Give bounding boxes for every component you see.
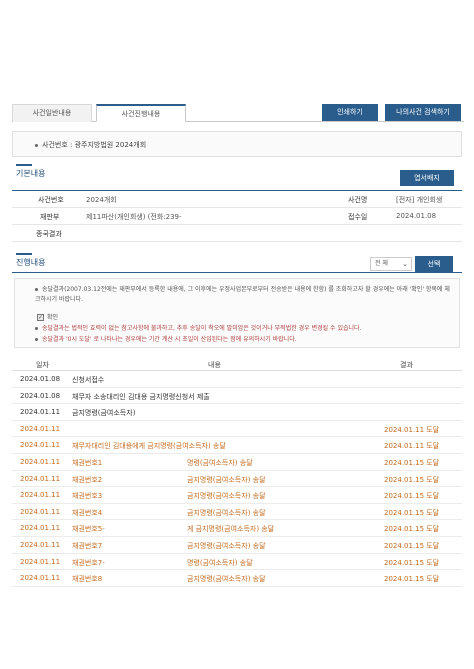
row-content-detail: 금지명령(금여소득자) 송달 [187, 575, 266, 584]
bullet-icon [35, 288, 38, 291]
row-date: 2024.01.08 [20, 375, 61, 383]
row-content-detail: 금지명령(금여소득자) 송달 [187, 508, 266, 517]
case-number-text: 사건번호 : 광주지방법원 2024개회 [42, 141, 147, 149]
row-content: 금지명령(금여소득자) [72, 409, 136, 418]
table-row: 2024.01.11 금지명령(금여소득자) [12, 404, 462, 421]
row-date: 2024.01.11 [20, 574, 61, 583]
value-court: 제11파산(개인회생) (전화:239- [86, 213, 182, 221]
table-row: 2024.01.11 채권번호4 금지명령(금여소득자) 송달 2024.01.15 … [12, 504, 462, 521]
notice-box: 송달결과(2007.03.12전에는 재판부에서 등록한 내용에, 그 이후에는… [14, 278, 460, 348]
table-row: 2024.01.11 채권번호2 금지명령(금여소득자) 송달 2024.01.15 … [12, 471, 462, 488]
notice-line-2: 송달결과는 법적인 효력이 없는 참고사항에 불과하고, 추후 송달이 착오에 … [35, 323, 361, 332]
row-content: 채권번호1 [72, 458, 103, 467]
row-content-detail: 금지명령(금여소득자) 송달 [187, 492, 266, 501]
section-title-progress: 진행내용 [16, 253, 46, 267]
section-title-basic: 기본내용 [16, 164, 46, 178]
divider [12, 272, 462, 273]
row-content: 채무자대리인 김대용에게 금지명령(금여소득자) 송달 [72, 442, 226, 451]
checkbox-icon[interactable]: ✓ [37, 314, 44, 321]
row-date: 2024.01.11 [20, 441, 61, 450]
row-content: 신청서접수 [72, 376, 105, 384]
row-result: 2024.01.15 도달 [384, 541, 440, 550]
row-result: 2024.01.15 도달 [384, 475, 440, 484]
row-content: 채권번호2 [72, 475, 103, 484]
row-content-detail: 게 금지명령(금여소득자) 송달 [187, 525, 275, 534]
table-row: 2024.01.11 채권번호3 금지명령(금여소득자) 송달 2024.01.15 … [12, 487, 462, 504]
row-date: 2024.01.11 [20, 507, 61, 516]
tab-case-general[interactable]: 사건일반내용 [12, 104, 92, 122]
print-button[interactable]: 인쇄하기 [322, 104, 378, 121]
value-receipt-date: 2024.01.08 [396, 212, 437, 220]
label-receipt-date: 접수일 [348, 213, 368, 221]
label-case-no: 사건번호 [38, 196, 64, 204]
row-result: 2024.01.15 도달 [384, 525, 440, 534]
row-content: 채권번호8 [72, 575, 103, 584]
bullet-icon [35, 327, 38, 330]
bullet-icon [35, 143, 38, 147]
header-date: 일자 [36, 361, 49, 369]
confirm-label: 확인 [47, 314, 59, 321]
row-result: 2024.01.15 도달 [384, 458, 440, 467]
my-case-search-button[interactable]: 나의사건 검색하기 [385, 104, 461, 121]
confirm-checkbox[interactable]: ✓ 확인 [37, 312, 58, 321]
filter-select[interactable]: 전 체 ⌄ [370, 257, 412, 271]
row-result: 2024.01.15 도달 [384, 575, 440, 584]
notice-line-3: 송달결과 '0시 도달' 로 나타나는 경우에는 기간 계산 시 초일이 산입된… [35, 334, 297, 343]
label-case-name: 사건명 [348, 196, 368, 204]
value-case-no: 2024개회 [86, 196, 117, 204]
row-date: 2024.01.11 [20, 557, 61, 566]
row-result: 2024.01.15 도달 [384, 492, 440, 501]
row-result: 2024.01.11 도달 [384, 425, 440, 434]
table-row: 2024.01.11 채권번호7- 명령(금여소득자) 송달 2024.01.15 도… [12, 554, 462, 571]
table-row: 2024.01.11 채무자대리인 김대용에게 금지명령(금여소득자) 송달 202… [12, 437, 462, 454]
table-row: 2024.01.11 채권번호1 명령(금여소득자) 송달 2024.01.15 도달 [12, 454, 462, 471]
row-date: 2024.01.11 [20, 457, 61, 466]
row-date: 2024.01.11 [20, 424, 61, 433]
row-content-detail: 금지명령(금여소득자) 송달 [187, 475, 266, 484]
row-content-detail: 금지명령(금여소득자) 송달 [187, 541, 266, 550]
row-content: 채무자 소송대리인 김대용 금지명령신청서 제출 [72, 392, 210, 401]
notice-line-1: 송달결과(2007.03.12전에는 재판부에서 등록한 내용에, 그 이후에는… [35, 286, 450, 303]
row-content-detail: 명령(금여소득자) 송달 [187, 558, 253, 567]
table-row: 2024.01.11 채권번호7 금지명령(금여소득자) 송달 2024.01.15 … [12, 537, 462, 554]
header-content: 내용 [208, 361, 221, 369]
table-row: 2024.01.11 채권번호8 금지명령(금여소득자) 송달 2024.01.15 … [12, 570, 462, 587]
row-content: 채권번호4 [72, 508, 103, 517]
case-number-box: 사건번호 : 광주지방법원 2024개회 [12, 131, 462, 157]
header-result: 결과 [400, 361, 413, 369]
row-content: 채권번호7- [72, 558, 105, 567]
basic-info-table: 사건번호 2024개회 사건명 [전자] 개인회생 재판부 제11파산(개인회생… [12, 191, 462, 242]
filter-select-value: 전 체 [375, 260, 388, 267]
table-row: 2024.01.08 채무자 소송대리인 김대용 금지명령신청서 제출 [12, 388, 462, 405]
progress-table-header: 일자 내용 결과 [12, 357, 462, 371]
table-row: 2024.01.11 2024.01.11 도달 [12, 421, 462, 438]
postcard-button[interactable]: 엽서배지 [400, 170, 454, 186]
table-row: 2024.01.08 신청서접수 [12, 371, 462, 388]
row-content: 채권번호7 [72, 541, 103, 550]
select-button[interactable]: 선택 [415, 256, 453, 272]
row-content: 채권번호5- [72, 525, 105, 534]
row-date: 2024.01.11 [20, 540, 61, 549]
label-final-result: 종국결과 [36, 230, 62, 238]
progress-table-body: 2024.01.08 신청서접수 2024.01.08 채무자 소송대리인 김대용 금… [12, 371, 462, 587]
label-court: 재판부 [40, 213, 60, 221]
row-date: 2024.01.08 [20, 391, 61, 400]
row-date: 2024.01.11 [20, 524, 61, 533]
row-result: 2024.01.15 도달 [384, 508, 440, 517]
value-case-name: [전자] 개인회생 [396, 196, 443, 204]
row-content-detail: 명령(금여소득자) 송달 [187, 458, 253, 467]
row-date: 2024.01.11 [20, 474, 61, 483]
row-result: 2024.01.15 도달 [384, 558, 440, 567]
row-date: 2024.01.11 [20, 408, 61, 417]
table-row: 2024.01.11 채권번호5- 게 금지명령(금여소득자) 송달 2024.01.… [12, 520, 462, 537]
chevron-down-icon: ⌄ [402, 260, 408, 268]
tab-case-progress[interactable]: 사건진행내용 [96, 104, 186, 122]
row-content: 채권번호3 [72, 492, 103, 501]
row-result: 2024.01.11 도달 [384, 442, 440, 451]
bullet-icon [35, 338, 38, 341]
row-date: 2024.01.11 [20, 491, 61, 500]
